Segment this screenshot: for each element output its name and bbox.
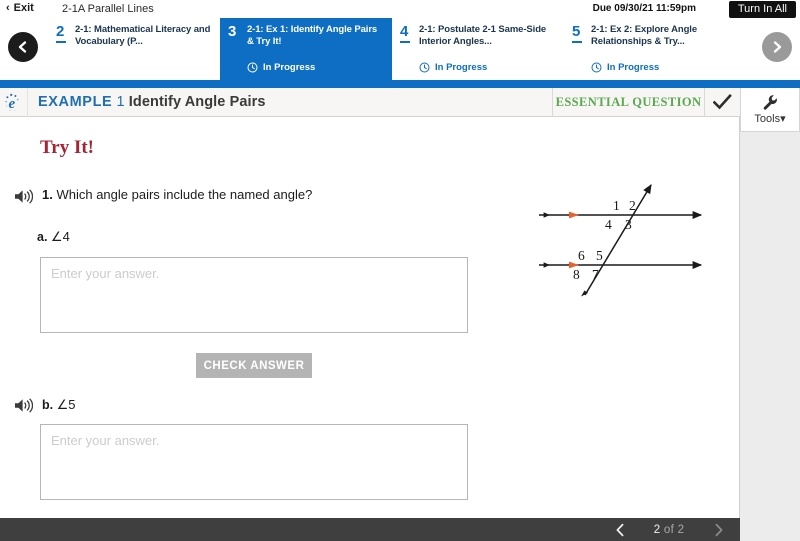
tab-status: In Progress <box>591 62 659 73</box>
chevron-right-icon <box>773 41 782 53</box>
example-number: 1 <box>116 94 125 110</box>
exit-button[interactable]: ‹ Exit <box>6 2 34 14</box>
part-a-letter: a. <box>37 230 48 244</box>
audio-speaker-icon[interactable] <box>14 398 33 413</box>
answer-input-b[interactable] <box>40 424 468 500</box>
example-header-bar: e EXAMPLE 1 Identify Angle Pairs ESSENTI… <box>0 87 740 117</box>
tab-header: 2 2-1: Mathematical Literacy and Vocabul… <box>56 24 212 48</box>
angle-label-2: 2 <box>629 198 636 213</box>
exit-label: Exit <box>13 2 34 14</box>
angle-label-7: 7 <box>592 267 599 282</box>
tab-status-label: In Progress <box>607 62 660 73</box>
page-indicator: 2 of 2 <box>642 524 696 536</box>
tab-status-label: In Progress <box>435 62 488 73</box>
tab-header: 4 2-1: Postulate 2-1 Same-Side Interior … <box>400 24 556 48</box>
back-chevron-icon: ‹ <box>6 1 10 14</box>
clock-icon <box>591 62 602 73</box>
clock-icon <box>419 62 430 73</box>
angle-label-3: 3 <box>625 217 632 232</box>
part-b-row: b. ∠5 <box>14 397 75 413</box>
part-b-label: b. ∠5 <box>42 397 75 413</box>
tab-underline-icon <box>400 40 410 43</box>
angle-label-8: 8 <box>573 267 580 282</box>
angle-label-1: 1 <box>613 198 620 213</box>
tab-underline-icon <box>572 40 582 43</box>
content-pane: e EXAMPLE 1 Identify Angle Pairs ESSENTI… <box>0 87 740 541</box>
try-it-heading: Try It! <box>40 137 94 158</box>
chevron-down-icon: ▾ <box>780 113 786 125</box>
question-prompt: Which angle pairs include the named angl… <box>56 187 313 202</box>
bottom-pager-bar: 2 of 2 <box>0 518 740 541</box>
example-keyword: EXAMPLE <box>38 94 113 110</box>
tools-menu-button[interactable]: Tools▾ <box>740 88 800 132</box>
tab-number: 2 <box>56 24 69 48</box>
page-current: 2 <box>653 523 661 536</box>
angle-pairs-figure: 1 2 3 4 5 6 7 8 <box>539 183 703 297</box>
wrench-icon <box>763 95 777 110</box>
part-b-angle: ∠5 <box>56 397 76 412</box>
angle-label-5: 5 <box>596 248 603 263</box>
tab-header: 3 2-1: Ex 1: Identify Angle Pairs & Try … <box>228 24 384 48</box>
arrow-marker-upper <box>569 211 579 219</box>
savvas-e-logo-icon: e <box>5 93 19 112</box>
checkmark-icon <box>713 94 732 110</box>
tab-status: In Progress <box>247 62 315 73</box>
tab-number: 4 <box>400 24 413 48</box>
clock-icon <box>247 62 258 73</box>
due-date-text: Due 09/30/21 11:59pm <box>592 3 696 14</box>
pager-previous-button[interactable] <box>598 518 642 541</box>
question-1-row: 1. Which angle pairs include the named a… <box>14 187 312 204</box>
part-b-letter: b. <box>42 398 54 412</box>
right-rail: Tools▾ <box>740 88 800 541</box>
next-assignment-button[interactable] <box>762 32 792 62</box>
savvas-logo-cell: e <box>0 87 28 117</box>
pager-next-button[interactable] <box>696 518 740 541</box>
pager: 2 of 2 <box>598 518 740 541</box>
tab-number: 5 <box>572 24 585 48</box>
app-root: ‹ Exit 2-1A Parallel Lines Due 09/30/21 … <box>0 0 800 541</box>
assignment-tab-strip: 2 2-1: Mathematical Literacy and Vocabul… <box>0 18 800 80</box>
tab-underline-icon <box>56 40 66 43</box>
tab-label: 2-1: Mathematical Literacy and Vocabular… <box>75 24 211 47</box>
tab-item-5[interactable]: 5 2-1: Ex 2: Explore Angle Relationships… <box>564 18 736 80</box>
tab-item-4[interactable]: 4 2-1: Postulate 2-1 Same-Side Interior … <box>392 18 564 80</box>
previous-assignment-button[interactable] <box>8 32 38 62</box>
chevron-left-icon <box>616 523 623 536</box>
example-title: EXAMPLE 1 Identify Angle Pairs <box>28 94 266 110</box>
tab-status-label: In Progress <box>263 62 316 73</box>
tab-header: 5 2-1: Ex 2: Explore Angle Relationships… <box>572 24 728 48</box>
essential-question-label: ESSENTIAL QUESTION <box>555 94 702 109</box>
question-number: 1. <box>42 187 53 202</box>
chevron-right-icon <box>715 523 722 536</box>
tab-number: 3 <box>228 23 237 40</box>
tab-item-2[interactable]: 2 2-1: Mathematical Literacy and Vocabul… <box>48 18 220 80</box>
page-total: 2 <box>677 523 685 536</box>
mark-complete-button[interactable] <box>704 87 740 117</box>
angle-label-4: 4 <box>605 217 612 232</box>
question-1-text: 1. Which angle pairs include the named a… <box>42 187 312 202</box>
worksheet-body: Try It! 1. Which angle pairs include the… <box>0 117 739 541</box>
page-of-word: of <box>663 523 675 536</box>
answer-input-a[interactable] <box>40 257 468 333</box>
parallel-lines-diagram: 1 2 3 4 5 6 7 8 <box>525 179 715 304</box>
lesson-title: 2-1A Parallel Lines <box>62 3 154 15</box>
top-bar: ‹ Exit 2-1A Parallel Lines Due 09/30/21 … <box>0 0 800 18</box>
tab-label: 2-1: Ex 1: Identify Angle Pairs & Try It… <box>247 24 378 47</box>
tab-item-3[interactable]: 3 2-1: Ex 1: Identify Angle Pairs & Try … <box>220 18 392 80</box>
check-answer-button-a[interactable]: CHECK ANSWER <box>196 353 312 378</box>
part-a-label: a. ∠4 <box>37 229 70 245</box>
tab-label: 2-1: Ex 2: Explore Angle Relationships &… <box>591 24 698 47</box>
turn-in-all-button[interactable]: Turn In All <box>728 1 796 18</box>
tab-status: In Progress <box>419 62 487 73</box>
tools-label: Tools▾ <box>754 113 786 125</box>
chevron-left-icon <box>18 41 27 53</box>
example-subtitle: Identify Angle Pairs <box>128 94 266 110</box>
angle-label-6: 6 <box>578 248 585 263</box>
tab-label: 2-1: Postulate 2-1 Same-Side Interior An… <box>419 24 547 47</box>
tab-list: 2 2-1: Mathematical Literacy and Vocabul… <box>48 18 752 80</box>
part-a-angle: ∠4 <box>50 229 70 244</box>
audio-speaker-icon[interactable] <box>14 189 33 204</box>
essential-question-button[interactable]: ESSENTIAL QUESTION <box>552 87 704 117</box>
